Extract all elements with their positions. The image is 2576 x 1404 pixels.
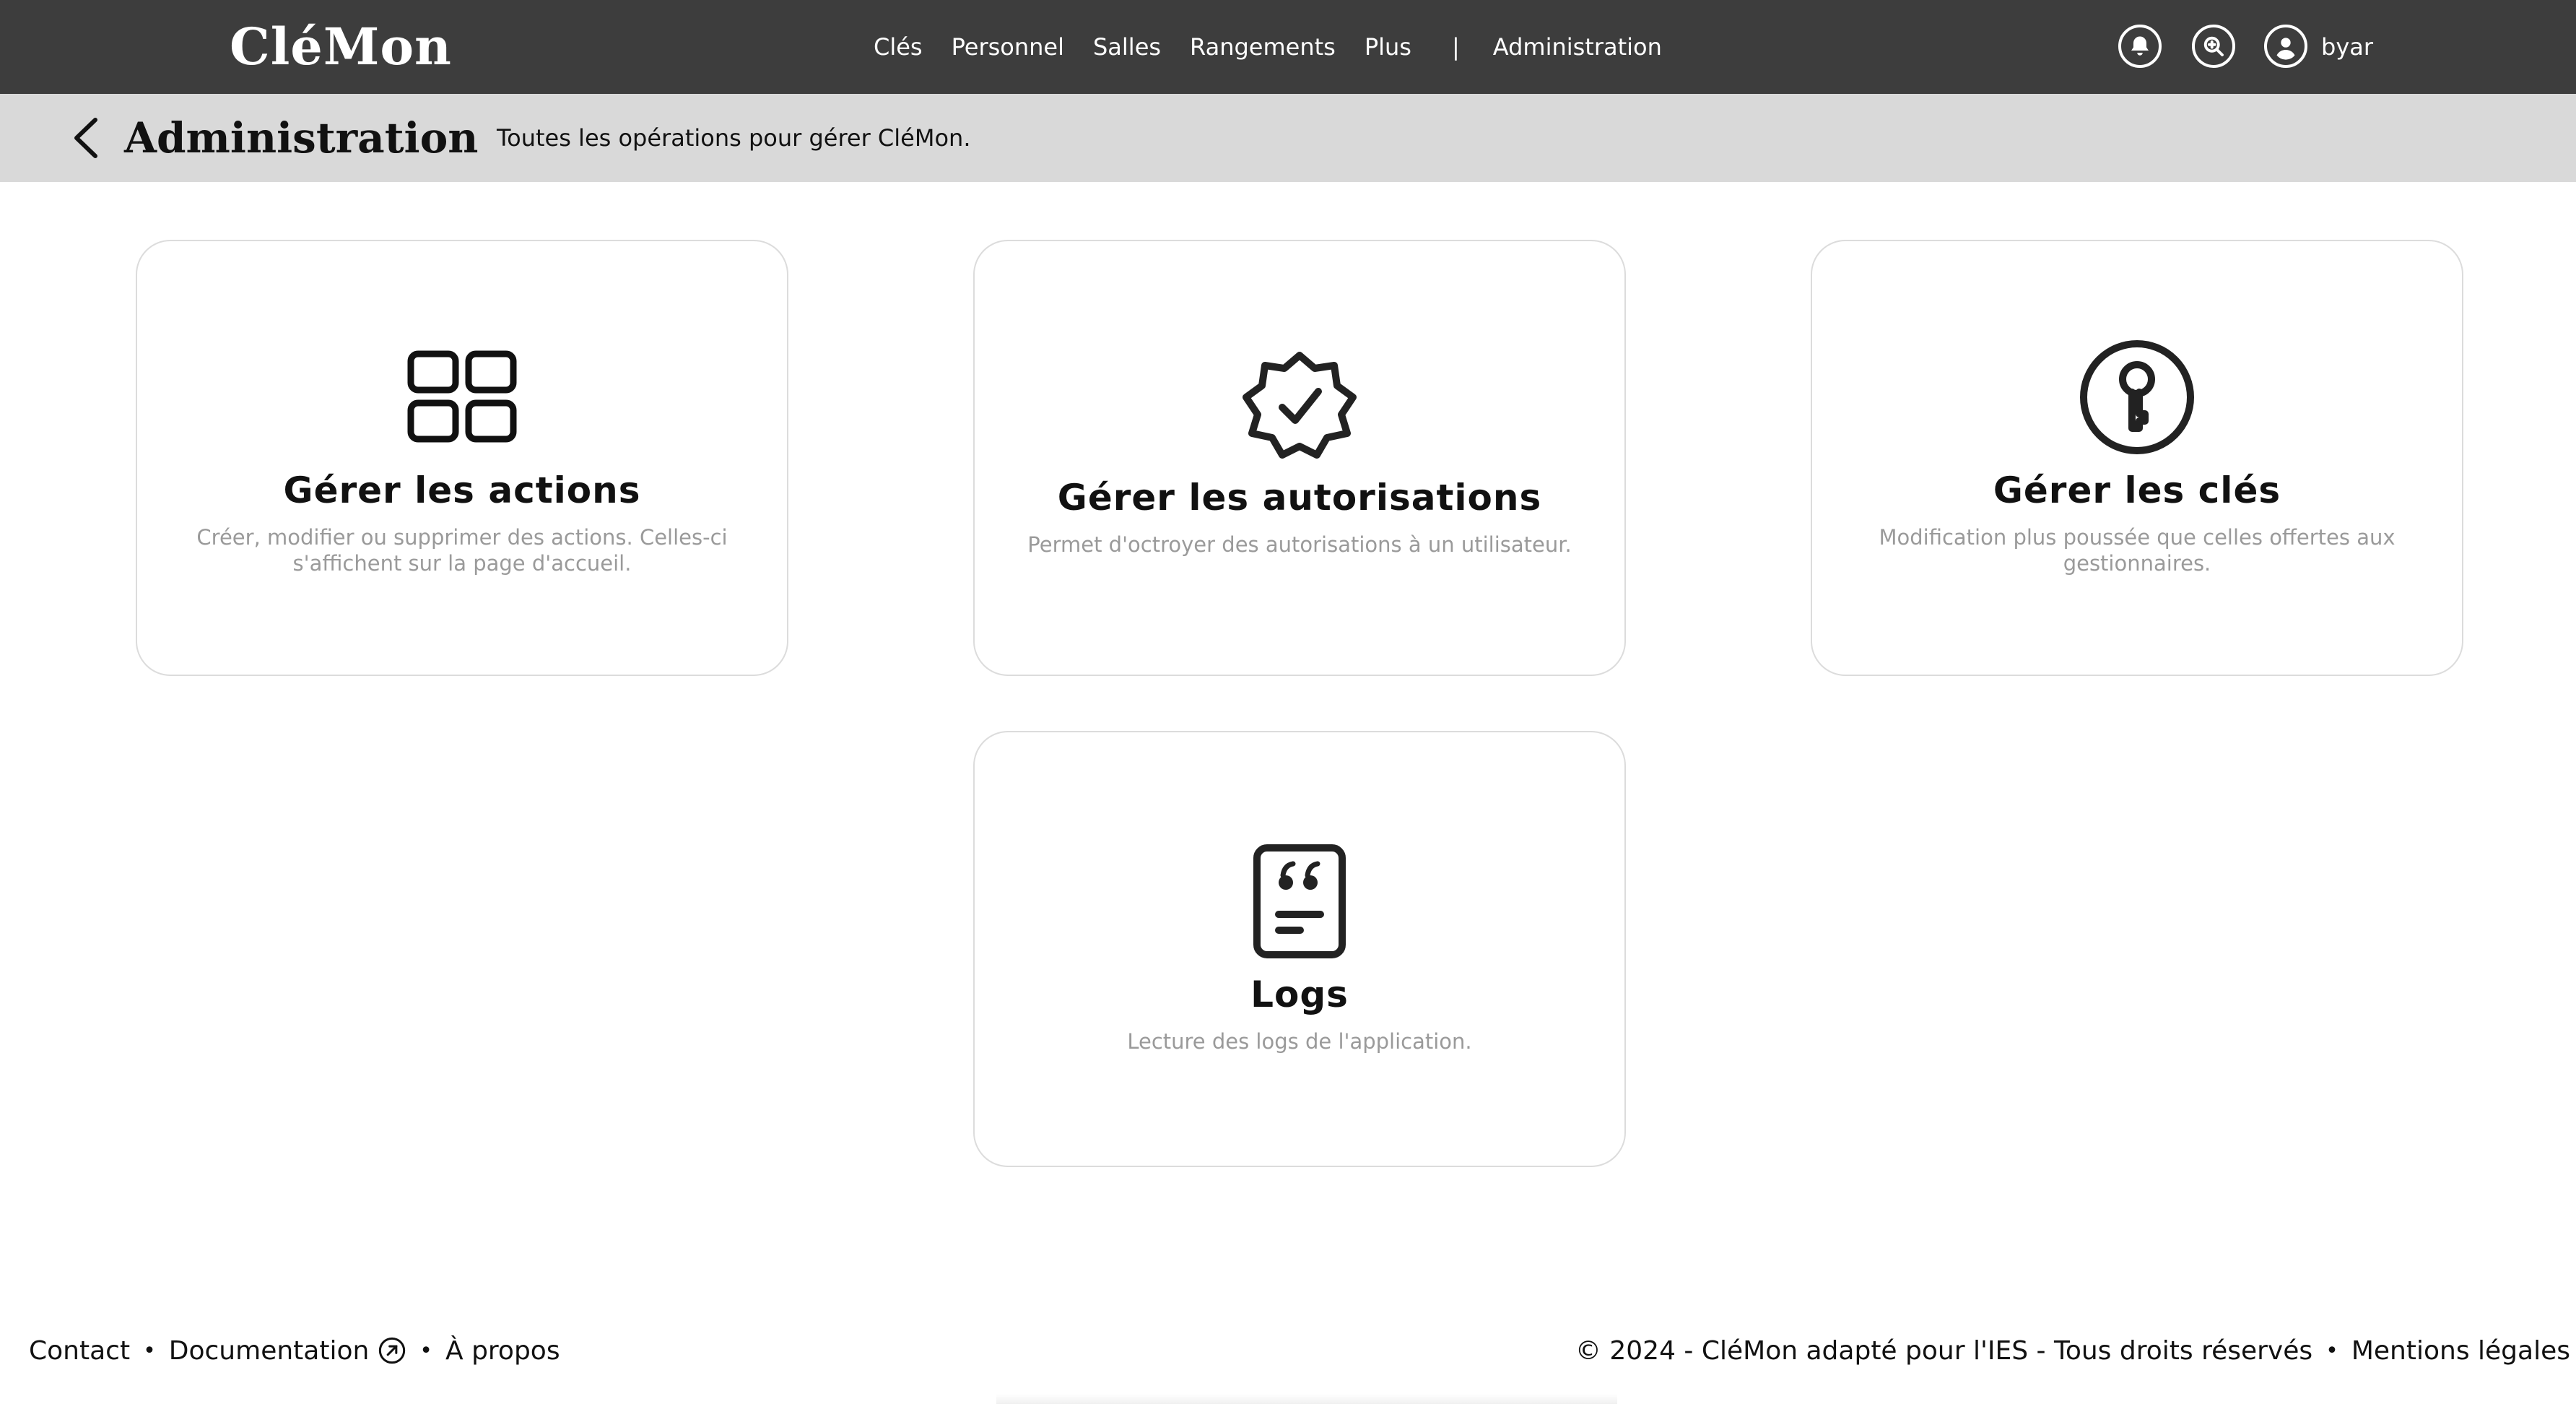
user-circle-icon[interactable] — [2264, 25, 2307, 68]
verified-badge-icon — [1240, 350, 1359, 465]
footer-about-link[interactable]: À propos — [445, 1336, 560, 1366]
top-navbar: CléMon Clés Personnel Salles Rangements … — [0, 0, 2576, 94]
card-title: Logs — [1250, 974, 1349, 1015]
nav-separator: | — [1451, 33, 1460, 61]
user-name[interactable]: byar — [2321, 0, 2373, 94]
nav-item-salles[interactable]: Salles — [1093, 33, 1161, 61]
footer-separator: • — [143, 1338, 156, 1364]
app-logo[interactable]: CléMon — [230, 14, 452, 79]
nav-item-plus[interactable]: Plus — [1365, 33, 1411, 61]
card-title: Gérer les actions — [283, 469, 641, 511]
card-manage-actions[interactable]: Gérer les actions Créer, modifier ou sup… — [136, 240, 788, 676]
footer-links: Contact • Documentation • À propos — [29, 1329, 560, 1372]
key-circle-icon — [2079, 339, 2196, 455]
footer-documentation-link[interactable]: Documentation — [169, 1336, 407, 1366]
footer-separator: • — [419, 1338, 432, 1364]
bottom-shadow — [996, 1394, 1617, 1404]
card-manage-keys[interactable]: Gérer les clés Modification plus poussée… — [1811, 240, 2463, 676]
external-link-icon — [378, 1336, 406, 1365]
card-description: Modification plus poussée que celles off… — [1879, 525, 2396, 576]
page-header: Administration Toutes les opérations pou… — [0, 94, 2576, 182]
card-description: Lecture des logs de l'application. — [1127, 1029, 1472, 1054]
quote-document-icon — [1253, 844, 1346, 959]
nav-item-rangements[interactable]: Rangements — [1190, 33, 1336, 61]
nav-item-administration[interactable]: Administration — [1493, 33, 1662, 61]
card-title: Gérer les clés — [1993, 469, 2281, 511]
page-description: Toutes les opérations pour gérer CléMon. — [497, 124, 971, 152]
footer-legal: © 2024 - CléMon adapté pour l'IES - Tous… — [1575, 1329, 2570, 1372]
card-title: Gérer les autorisations — [1057, 477, 1542, 519]
footer-contact-link[interactable]: Contact — [29, 1336, 130, 1366]
footer-separator: • — [2325, 1338, 2338, 1364]
bell-icon[interactable] — [2118, 25, 2162, 68]
card-description: Créer, modifier ou supprimer des actions… — [196, 525, 728, 576]
card-description: Permet d'octroyer des autorisations à un… — [1027, 532, 1572, 557]
chevron-left-icon[interactable] — [65, 114, 108, 162]
nav-item-personnel[interactable]: Personnel — [952, 33, 1064, 61]
page-title: Administration — [124, 113, 479, 162]
card-manage-authorizations[interactable]: Gérer les autorisations Permet d'octroye… — [973, 240, 1626, 676]
footer-documentation-label: Documentation — [168, 1335, 370, 1366]
nav-item-cles[interactable]: Clés — [874, 33, 923, 61]
main-nav: Clés Personnel Salles Rangements Plus | … — [874, 0, 1691, 94]
grid-icon — [407, 350, 517, 443]
footer-legal-link[interactable]: Mentions légales — [2351, 1336, 2570, 1366]
zoom-search-icon[interactable] — [2192, 25, 2235, 68]
footer-copyright: © 2024 - CléMon adapté pour l'IES - Tous… — [1575, 1335, 2313, 1366]
card-logs[interactable]: Logs Lecture des logs de l'application. — [973, 731, 1626, 1167]
